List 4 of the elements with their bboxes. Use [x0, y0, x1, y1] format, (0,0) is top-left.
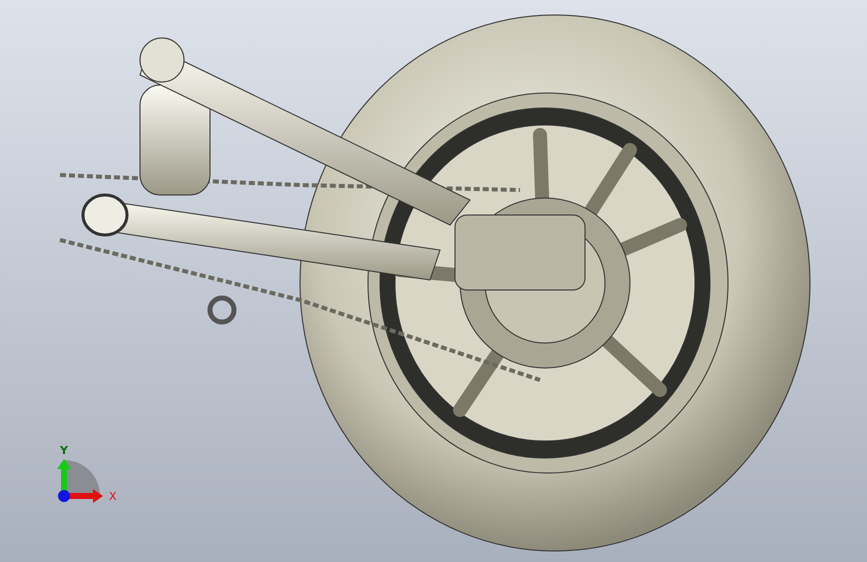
graphics-viewport[interactable]: Y X	[0, 0, 867, 562]
axis-label: X	[109, 490, 117, 503]
origin-icon	[58, 490, 70, 502]
axis-label: Y	[60, 444, 68, 457]
